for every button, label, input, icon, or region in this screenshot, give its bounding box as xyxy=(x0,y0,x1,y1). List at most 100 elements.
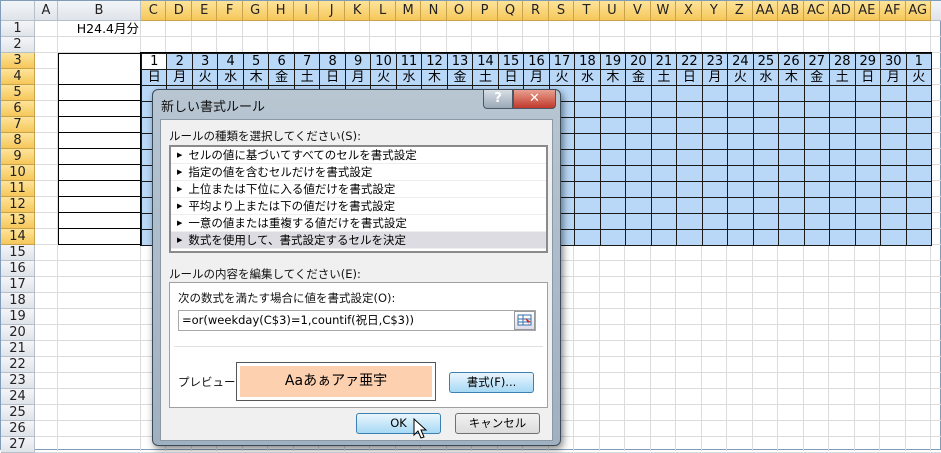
cell-b9[interactable] xyxy=(58,148,141,165)
day-cell-AA3[interactable]: 25 xyxy=(752,53,780,70)
cell-X5[interactable] xyxy=(676,85,703,102)
cell-AB8[interactable] xyxy=(778,133,805,150)
cell-T10[interactable] xyxy=(574,165,601,182)
cell-AD6[interactable] xyxy=(829,101,856,118)
cell-AC14[interactable] xyxy=(803,229,831,246)
weekday-cell-H4[interactable]: 金 xyxy=(268,69,295,86)
cell-AE14[interactable] xyxy=(854,229,882,246)
cell-V8[interactable] xyxy=(625,133,652,150)
cell-AE8[interactable] xyxy=(854,133,882,150)
row-header-3[interactable]: 3 xyxy=(1,53,35,69)
cell-AE11[interactable] xyxy=(854,181,882,198)
weekday-cell-E4[interactable]: 火 xyxy=(191,69,219,86)
cancel-button[interactable]: キャンセル xyxy=(455,413,540,434)
cell-AC13[interactable] xyxy=(803,213,831,230)
day-cell-J3[interactable]: 8 xyxy=(319,53,346,70)
cell-AB9[interactable] xyxy=(778,149,805,166)
column-header-C[interactable]: C xyxy=(141,1,167,21)
cell-V12[interactable] xyxy=(625,197,652,214)
cell-AA5[interactable] xyxy=(752,85,780,102)
day-cell-AD3[interactable]: 28 xyxy=(829,53,856,70)
column-header-Y[interactable]: Y xyxy=(701,1,728,21)
cell-Y7[interactable] xyxy=(701,117,729,134)
day-cell-M3[interactable]: 11 xyxy=(395,53,423,70)
cell-X8[interactable] xyxy=(676,133,703,150)
cell-AD7[interactable] xyxy=(829,117,856,134)
cell-b13[interactable] xyxy=(58,212,141,229)
weekday-cell-U4[interactable]: 木 xyxy=(599,69,627,86)
cell-AC7[interactable] xyxy=(803,117,831,134)
cell-U10[interactable] xyxy=(599,165,627,182)
row-header-20[interactable]: 20 xyxy=(1,325,35,341)
cell-AF14[interactable] xyxy=(880,229,907,246)
column-header-AD[interactable]: AD xyxy=(829,1,855,21)
cell-Y10[interactable] xyxy=(701,165,729,182)
weekday-cell-L4[interactable]: 火 xyxy=(370,69,397,86)
cell-AA6[interactable] xyxy=(752,101,780,118)
column-header-G[interactable]: G xyxy=(242,1,269,21)
cell-AC9[interactable] xyxy=(803,149,831,166)
cell-AG6[interactable] xyxy=(905,101,932,118)
day-cell-AC3[interactable]: 27 xyxy=(803,53,831,70)
cell-AA10[interactable] xyxy=(752,165,780,182)
cell-Y11[interactable] xyxy=(701,181,729,198)
weekday-cell-V4[interactable]: 金 xyxy=(625,69,652,86)
cell-AC12[interactable] xyxy=(803,197,831,214)
cell-AC5[interactable] xyxy=(803,85,831,102)
cell-U7[interactable] xyxy=(599,117,627,134)
weekday-cell-AB4[interactable]: 木 xyxy=(778,69,805,86)
cell-b3-b4[interactable] xyxy=(58,53,141,86)
cell-W11[interactable] xyxy=(650,181,678,198)
row-header-1[interactable]: 1 xyxy=(1,21,35,37)
column-header-X[interactable]: X xyxy=(676,1,702,21)
cell-W13[interactable] xyxy=(650,213,678,230)
cell-AF6[interactable] xyxy=(880,101,907,118)
day-cell-AE3[interactable]: 29 xyxy=(854,53,882,70)
cell-AC10[interactable] xyxy=(803,165,831,182)
cell-Z13[interactable] xyxy=(727,213,754,230)
rule-type-item[interactable]: ▶ 平均より上または下の値だけを書式設定 xyxy=(171,198,546,215)
cell-AA7[interactable] xyxy=(752,117,780,134)
column-header-Q[interactable]: Q xyxy=(497,1,524,21)
day-cell-P3[interactable]: 14 xyxy=(472,53,499,70)
weekday-cell-AA4[interactable]: 水 xyxy=(752,69,780,86)
row-header-5[interactable]: 5 xyxy=(1,85,35,101)
cell-U12[interactable] xyxy=(599,197,627,214)
row-header-17[interactable]: 17 xyxy=(1,277,35,293)
day-cell-V3[interactable]: 20 xyxy=(625,53,652,70)
day-cell-E3[interactable]: 3 xyxy=(191,53,219,70)
column-header-U[interactable]: U xyxy=(599,1,626,21)
cell-Y5[interactable] xyxy=(701,85,729,102)
rule-type-list[interactable]: ▶ セルの値に基づいてすべてのセルを書式設定 ▶ 指定の値を含むセルだけを書式設定 ▶ 上… xyxy=(169,145,548,253)
rule-type-item[interactable]: ▶ 指定の値を含むセルだけを書式設定 xyxy=(171,164,546,181)
cell-X9[interactable] xyxy=(676,149,703,166)
cell-Y6[interactable] xyxy=(701,101,729,118)
cell-Y9[interactable] xyxy=(701,149,729,166)
weekday-cell-O4[interactable]: 金 xyxy=(446,69,474,86)
cell-X6[interactable] xyxy=(676,101,703,118)
cell-T12[interactable] xyxy=(574,197,601,214)
weekday-cell-J4[interactable]: 日 xyxy=(319,69,346,86)
row-header-26[interactable]: 26 xyxy=(1,421,35,437)
column-header-AE[interactable]: AE xyxy=(854,1,881,21)
cell-AA13[interactable] xyxy=(752,213,780,230)
row-header-23[interactable]: 23 xyxy=(1,373,35,389)
day-cell-Y3[interactable]: 23 xyxy=(701,53,729,70)
cell-Z10[interactable] xyxy=(727,165,754,182)
weekday-cell-T4[interactable]: 水 xyxy=(574,69,601,86)
cell-X12[interactable] xyxy=(676,197,703,214)
cell-Z8[interactable] xyxy=(727,133,754,150)
weekday-cell-R4[interactable]: 月 xyxy=(523,69,550,86)
weekday-cell-AF4[interactable]: 月 xyxy=(880,69,907,86)
column-header-AC[interactable]: AC xyxy=(803,1,830,21)
cell-b5[interactable] xyxy=(58,84,141,101)
cell-AF11[interactable] xyxy=(880,181,907,198)
row-header-18[interactable]: 18 xyxy=(1,293,35,309)
row-header-11[interactable]: 11 xyxy=(1,181,35,197)
day-cell-X3[interactable]: 22 xyxy=(676,53,703,70)
cell-AB6[interactable] xyxy=(778,101,805,118)
cell-T14[interactable] xyxy=(574,229,601,246)
cell-AE9[interactable] xyxy=(854,149,882,166)
day-cell-C3[interactable]: 1 xyxy=(141,53,168,70)
row-header-2[interactable]: 2 xyxy=(1,37,35,53)
